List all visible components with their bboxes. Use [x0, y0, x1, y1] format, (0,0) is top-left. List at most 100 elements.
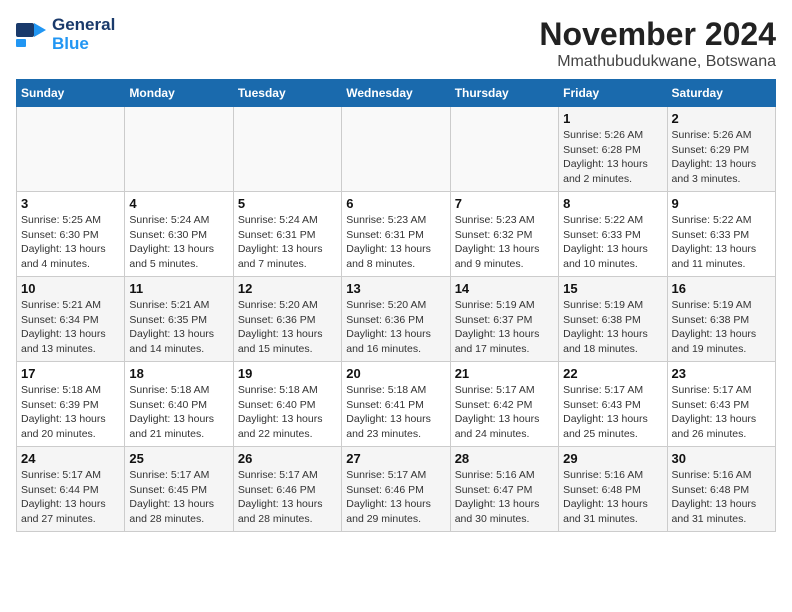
day-number: 26 — [238, 451, 337, 466]
day-info: Sunrise: 5:25 AM Sunset: 6:30 PM Dayligh… — [21, 213, 120, 272]
day-number: 25 — [129, 451, 228, 466]
day-number: 12 — [238, 281, 337, 296]
day-number: 15 — [563, 281, 662, 296]
day-number: 4 — [129, 196, 228, 211]
month-title: November 2024 — [539, 16, 776, 53]
day-info: Sunrise: 5:17 AM Sunset: 6:46 PM Dayligh… — [346, 468, 445, 527]
day-number: 7 — [455, 196, 554, 211]
day-cell: 18Sunrise: 5:18 AM Sunset: 6:40 PM Dayli… — [125, 362, 233, 447]
day-info: Sunrise: 5:17 AM Sunset: 6:44 PM Dayligh… — [21, 468, 120, 527]
day-info: Sunrise: 5:26 AM Sunset: 6:28 PM Dayligh… — [563, 128, 662, 187]
day-cell — [17, 107, 125, 192]
day-number: 5 — [238, 196, 337, 211]
day-cell: 22 Sunrise: 5:17 AM Sunset: 6:43 PM Dayli… — [559, 362, 667, 447]
day-number: 23 — [672, 366, 771, 381]
day-cell: 2Sunrise: 5:26 AM Sunset: 6:29 PM Daylig… — [667, 107, 775, 192]
day-info: Sunrise: 5:16 AM Sunset: 6:48 PM Dayligh… — [672, 468, 771, 527]
day-cell: 25Sunrise: 5:17 AM Sunset: 6:45 PM Dayli… — [125, 447, 233, 532]
day-info: Sunrise: 5:17 AM Sunset: 6:43 PM Dayligh… — [563, 383, 662, 442]
day-cell: 26 Sunrise: 5:17 AM Sunset: 6:46 PM Dayli… — [233, 447, 341, 532]
day-cell: 15 Sunrise: 5:19 AM Sunset: 6:38 PM Dayli… — [559, 277, 667, 362]
day-cell: 29Sunrise: 5:16 AM Sunset: 6:48 PM Dayli… — [559, 447, 667, 532]
logo-icon — [16, 21, 48, 49]
day-number: 6 — [346, 196, 445, 211]
day-info: Sunrise: 5:22 AM Sunset: 6:33 PM Dayligh… — [563, 213, 662, 272]
day-number: 9 — [672, 196, 771, 211]
day-number: 1 — [563, 111, 662, 126]
day-number: 24 — [21, 451, 120, 466]
day-cell: 7 Sunrise: 5:23 AM Sunset: 6:32 PM Daylig… — [450, 192, 558, 277]
day-cell: 5 Sunrise: 5:24 AM Sunset: 6:31 PM Daylig… — [233, 192, 341, 277]
day-info: Sunrise: 5:20 AM Sunset: 6:36 PM Dayligh… — [346, 298, 445, 357]
day-number: 17 — [21, 366, 120, 381]
day-info: Sunrise: 5:24 AM Sunset: 6:31 PM Dayligh… — [238, 213, 337, 272]
day-number: 19 — [238, 366, 337, 381]
day-info: Sunrise: 5:18 AM Sunset: 6:40 PM Dayligh… — [129, 383, 228, 442]
day-number: 8 — [563, 196, 662, 211]
day-cell — [125, 107, 233, 192]
day-number: 13 — [346, 281, 445, 296]
day-cell: 23 Sunrise: 5:17 AM Sunset: 6:43 PM Dayli… — [667, 362, 775, 447]
day-cell: 28 Sunrise: 5:16 AM Sunset: 6:47 PM Dayli… — [450, 447, 558, 532]
day-info: Sunrise: 5:21 AM Sunset: 6:34 PM Dayligh… — [21, 298, 120, 357]
weekday-header-friday: Friday — [559, 80, 667, 107]
day-cell: 10 Sunrise: 5:21 AM Sunset: 6:34 PM Dayli… — [17, 277, 125, 362]
day-cell: 13 Sunrise: 5:20 AM Sunset: 6:36 PM Dayli… — [342, 277, 450, 362]
day-number: 16 — [672, 281, 771, 296]
day-info: Sunrise: 5:19 AM Sunset: 6:38 PM Dayligh… — [672, 298, 771, 357]
day-info: Sunrise: 5:24 AM Sunset: 6:30 PM Dayligh… — [129, 213, 228, 272]
day-number: 14 — [455, 281, 554, 296]
day-cell — [342, 107, 450, 192]
weekday-header-wednesday: Wednesday — [342, 80, 450, 107]
day-info: Sunrise: 5:23 AM Sunset: 6:32 PM Dayligh… — [455, 213, 554, 272]
day-number: 28 — [455, 451, 554, 466]
day-cell: 24 Sunrise: 5:17 AM Sunset: 6:44 PM Dayli… — [17, 447, 125, 532]
week-row-2: 3Sunrise: 5:25 AM Sunset: 6:30 PM Daylig… — [17, 192, 776, 277]
day-number: 20 — [346, 366, 445, 381]
day-cell: 17 Sunrise: 5:18 AM Sunset: 6:39 PM Dayli… — [17, 362, 125, 447]
day-cell: 27 Sunrise: 5:17 AM Sunset: 6:46 PM Dayli… — [342, 447, 450, 532]
day-info: Sunrise: 5:17 AM Sunset: 6:42 PM Dayligh… — [455, 383, 554, 442]
day-cell: 1 Sunrise: 5:26 AM Sunset: 6:28 PM Daylig… — [559, 107, 667, 192]
day-cell: 20Sunrise: 5:18 AM Sunset: 6:41 PM Dayli… — [342, 362, 450, 447]
day-info: Sunrise: 5:16 AM Sunset: 6:48 PM Dayligh… — [563, 468, 662, 527]
day-number: 11 — [129, 281, 228, 296]
weekday-header-row: SundayMondayTuesdayWednesdayThursdayFrid… — [17, 80, 776, 107]
week-row-4: 17 Sunrise: 5:18 AM Sunset: 6:39 PM Dayli… — [17, 362, 776, 447]
weekday-header-thursday: Thursday — [450, 80, 558, 107]
day-info: Sunrise: 5:16 AM Sunset: 6:47 PM Dayligh… — [455, 468, 554, 527]
day-cell — [450, 107, 558, 192]
day-number: 2 — [672, 111, 771, 126]
day-info: Sunrise: 5:18 AM Sunset: 6:40 PM Dayligh… — [238, 383, 337, 442]
calendar-table: SundayMondayTuesdayWednesdayThursdayFrid… — [16, 79, 776, 532]
day-cell: 6Sunrise: 5:23 AM Sunset: 6:31 PM Daylig… — [342, 192, 450, 277]
day-cell: 3Sunrise: 5:25 AM Sunset: 6:30 PM Daylig… — [17, 192, 125, 277]
day-info: Sunrise: 5:17 AM Sunset: 6:43 PM Dayligh… — [672, 383, 771, 442]
day-number: 30 — [672, 451, 771, 466]
weekday-header-saturday: Saturday — [667, 80, 775, 107]
day-cell: 30 Sunrise: 5:16 AM Sunset: 6:48 PM Dayli… — [667, 447, 775, 532]
title-area: November 2024 Mmathubudukwane, Botswana — [539, 16, 776, 71]
day-number: 22 — [563, 366, 662, 381]
day-cell: 11Sunrise: 5:21 AM Sunset: 6:35 PM Dayli… — [125, 277, 233, 362]
day-cell — [233, 107, 341, 192]
day-number: 27 — [346, 451, 445, 466]
weekday-header-sunday: Sunday — [17, 80, 125, 107]
day-info: Sunrise: 5:18 AM Sunset: 6:39 PM Dayligh… — [21, 383, 120, 442]
logo-blue: Blue — [52, 35, 115, 54]
weekday-header-monday: Monday — [125, 80, 233, 107]
day-cell: 19 Sunrise: 5:18 AM Sunset: 6:40 PM Dayli… — [233, 362, 341, 447]
location-title: Mmathubudukwane, Botswana — [539, 53, 776, 71]
day-info: Sunrise: 5:22 AM Sunset: 6:33 PM Dayligh… — [672, 213, 771, 272]
day-cell: 8 Sunrise: 5:22 AM Sunset: 6:33 PM Daylig… — [559, 192, 667, 277]
logo-general: General — [52, 16, 115, 35]
week-row-5: 24 Sunrise: 5:17 AM Sunset: 6:44 PM Dayli… — [17, 447, 776, 532]
day-info: Sunrise: 5:19 AM Sunset: 6:37 PM Dayligh… — [455, 298, 554, 357]
day-info: Sunrise: 5:17 AM Sunset: 6:46 PM Dayligh… — [238, 468, 337, 527]
day-info: Sunrise: 5:20 AM Sunset: 6:36 PM Dayligh… — [238, 298, 337, 357]
day-info: Sunrise: 5:19 AM Sunset: 6:38 PM Dayligh… — [563, 298, 662, 357]
header: General Blue November 2024 Mmathubudukwa… — [16, 16, 776, 71]
week-row-1: 1 Sunrise: 5:26 AM Sunset: 6:28 PM Daylig… — [17, 107, 776, 192]
weekday-header-tuesday: Tuesday — [233, 80, 341, 107]
day-number: 10 — [21, 281, 120, 296]
